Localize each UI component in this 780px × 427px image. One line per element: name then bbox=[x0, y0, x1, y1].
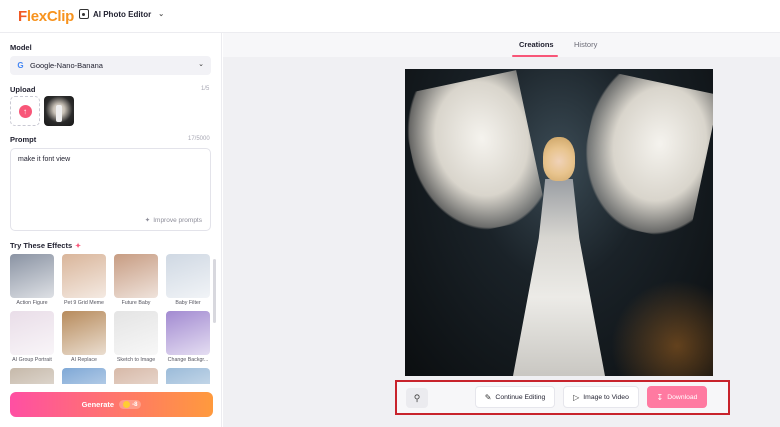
effect-thumbnail bbox=[10, 254, 54, 298]
active-tab-indicator bbox=[512, 55, 558, 57]
top-header: FlexClip AI Photo Editor ⌄ bbox=[0, 0, 780, 33]
right-wing bbox=[570, 70, 713, 242]
photo-editor-icon bbox=[79, 9, 89, 19]
effect-thumbnail bbox=[166, 254, 210, 298]
chevron-down-icon: ⌄ bbox=[198, 61, 204, 68]
effects-title: Try These Effects ✦ bbox=[10, 241, 81, 250]
effect-label: Sketch to Image bbox=[116, 357, 156, 363]
tab-creations[interactable]: Creations bbox=[519, 40, 554, 49]
effect-tile[interactable]: Action Figure bbox=[10, 254, 54, 311]
upload-button[interactable]: ↑ bbox=[10, 96, 40, 126]
effect-thumbnail bbox=[166, 311, 210, 355]
effect-thumbnail bbox=[114, 311, 158, 355]
model-label: Model bbox=[10, 43, 32, 52]
effect-tile[interactable]: Sketch to Image bbox=[114, 311, 158, 368]
effect-label: Action Figure bbox=[16, 300, 48, 306]
improve-prompts-button[interactable]: ✦ Improve prompts bbox=[144, 216, 202, 225]
effect-thumbnail bbox=[166, 368, 210, 384]
upload-arrow-icon: ↑ bbox=[18, 104, 32, 118]
effect-thumbnail bbox=[114, 368, 158, 384]
effect-tile[interactable] bbox=[10, 368, 54, 384]
effect-label: AI Group Portrait bbox=[12, 357, 52, 363]
generated-image[interactable] bbox=[405, 69, 713, 376]
share-button[interactable]: ⚲ bbox=[406, 388, 428, 408]
magic-wand-icon: ✦ bbox=[144, 217, 151, 224]
uploaded-image-thumbnail[interactable] bbox=[44, 96, 74, 126]
effect-tile[interactable]: Baby Filter bbox=[166, 254, 210, 311]
effect-thumbnail bbox=[62, 311, 106, 355]
tab-history[interactable]: History bbox=[574, 40, 597, 49]
effect-thumbnail bbox=[10, 368, 54, 384]
download-icon: ↧ bbox=[656, 392, 664, 402]
effect-tile[interactable] bbox=[114, 368, 158, 384]
chevron-down-icon: ⌄ bbox=[158, 11, 165, 18]
upload-count: 1/5 bbox=[201, 86, 210, 92]
effect-tile[interactable]: AI Replace bbox=[62, 311, 106, 368]
effect-label: Change Backgr... bbox=[167, 357, 209, 363]
angel-head bbox=[543, 137, 575, 181]
effect-label: Baby Filter bbox=[175, 300, 201, 306]
prompt-text: make it font view bbox=[18, 156, 71, 163]
model-select[interactable]: G Google-Nano-Banana ⌄ bbox=[10, 56, 211, 75]
image-action-bar: ⚲ ✎ Continue Editing ▷ Image to Video ↧ … bbox=[395, 380, 730, 415]
generate-label: Generate bbox=[81, 400, 115, 409]
effect-label: Future Baby bbox=[121, 300, 151, 306]
share-icon: ⚲ bbox=[413, 392, 421, 403]
effect-tile[interactable]: Pet 9 Grid Meme bbox=[62, 254, 106, 311]
left-panel: Model G Google-Nano-Banana ⌄ Upload 1/5 … bbox=[0, 33, 222, 427]
play-icon: ▷ bbox=[573, 392, 580, 402]
effect-tile[interactable]: AI Group Portrait bbox=[10, 311, 54, 368]
effect-thumbnail bbox=[10, 311, 54, 355]
prompt-textarea[interactable]: make it font view ✦ Improve prompts bbox=[10, 148, 211, 231]
google-icon: G bbox=[17, 61, 24, 70]
coin-icon bbox=[123, 401, 131, 408]
effect-thumbnail bbox=[62, 254, 106, 298]
prompt-char-count: 17/5000 bbox=[188, 136, 210, 142]
left-wing bbox=[405, 70, 548, 242]
effect-tile[interactable] bbox=[62, 368, 106, 384]
flexclip-logo[interactable]: FlexClip bbox=[18, 8, 74, 25]
effects-grid: Action Figure Pet 9 Grid Meme Future Baby B… bbox=[10, 254, 210, 384]
pencil-icon: ✎ bbox=[484, 392, 492, 402]
generate-button[interactable]: Generate -8 bbox=[10, 392, 213, 417]
sparkle-icon: ✦ bbox=[75, 242, 81, 250]
effect-tile[interactable]: Future Baby bbox=[114, 254, 158, 311]
effects-scrollbar[interactable] bbox=[213, 259, 216, 323]
effect-thumbnail bbox=[114, 254, 158, 298]
ember-sparks bbox=[593, 276, 713, 376]
prompt-label: Prompt bbox=[10, 135, 37, 144]
credit-cost-badge: -8 bbox=[119, 400, 142, 409]
improve-prompts-label: Improve prompts bbox=[153, 216, 202, 224]
effect-label: Pet 9 Grid Meme bbox=[63, 300, 105, 306]
effect-label: AI Replace bbox=[71, 357, 97, 363]
image-to-video-button[interactable]: ▷ Image to Video bbox=[563, 386, 639, 408]
continue-editing-button[interactable]: ✎ Continue Editing bbox=[475, 386, 555, 408]
effect-tile[interactable]: Change Backgr... bbox=[166, 311, 210, 368]
model-value: Google-Nano-Banana bbox=[30, 61, 103, 70]
tabs-bar: Creations History bbox=[223, 33, 780, 57]
effect-tile[interactable] bbox=[166, 368, 210, 384]
tool-switcher-dropdown[interactable]: AI Photo Editor ⌄ bbox=[79, 9, 164, 19]
download-button[interactable]: ↧ Download bbox=[647, 386, 707, 408]
upload-label: Upload bbox=[10, 85, 36, 94]
effect-thumbnail bbox=[62, 368, 106, 384]
tool-name: AI Photo Editor bbox=[93, 9, 152, 19]
results-area: Creations History ⚲ ✎ Continue Editing ▷… bbox=[223, 33, 780, 427]
